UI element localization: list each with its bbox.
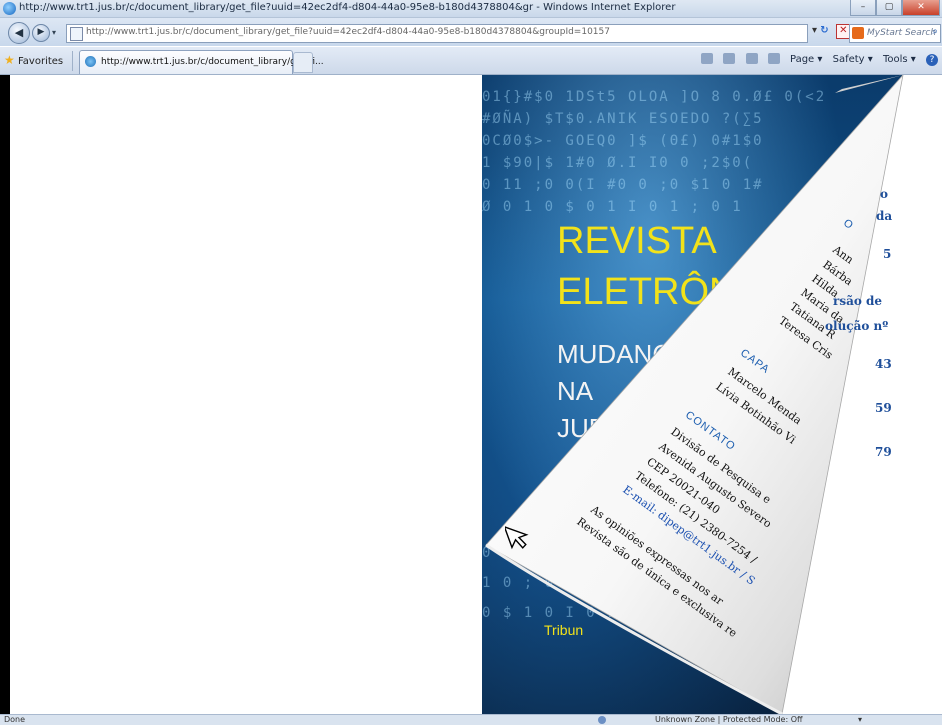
minimize-button[interactable]: – [850,0,876,16]
toc-item-4: rsão de [833,294,883,308]
code-pattern: 1 0 ; 0 1 # 0 $ 1 0 I [482,575,702,591]
favorites-label: Favorites [17,56,64,67]
cover-subtitle-line-2: NA [557,376,594,406]
favorites-button[interactable]: ★ Favorites [4,53,63,67]
maximize-button[interactable]: ▢ [876,0,902,16]
zone-globe-icon [598,716,606,724]
cover-subtitle-line-1: MUDANÇ [557,339,672,369]
search-icon[interactable]: ⌕ [932,26,938,37]
home-icon[interactable] [701,53,714,64]
feeds-icon[interactable] [723,53,736,64]
window-title: http://www.trt1.jus.br/c/document_librar… [19,2,676,13]
address-tools: ▾ ↻ ✕ [812,24,851,39]
command-bar: Page ▾ Safety ▾ Tools ▾ ? [694,53,938,66]
toc-item-7: 59 [875,401,892,415]
mouse-cursor-icon [505,525,529,550]
left-border [0,75,10,714]
page-menu[interactable]: Page ▾ [790,54,822,65]
favorites-bar: ★ Favorites http://www.trt1.jus.br/c/doc… [0,47,942,75]
code-pattern: 01{}#$0 1DSt5 OLOA ]O 8 0.Ø£ 0(<2 [482,89,827,105]
favorites-star-icon: ★ [4,53,15,67]
toc-item-5: olução nº [825,319,889,333]
tab-label: http://www.trt1.jus.br/c/document_librar… [101,57,324,67]
address-url: http://www.trt1.jus.br/c/document_librar… [86,27,610,37]
cover-title-line-2: ELETRÔN [557,271,737,313]
search-placeholder: MyStart Search [867,28,937,38]
back-button[interactable]: ◀ [8,22,30,44]
magazine-cover: 01{}#$0 1DSt5 OLOA ]O 8 0.Ø£ 0(<2 #ØÑA) … [482,75,902,714]
toc-item-1: o [880,187,889,201]
address-toolbar: ◀ ▶ ▾ http://www.trt1.jus.br/c/document_… [0,18,942,46]
print-icon[interactable] [767,53,780,64]
cover-footer: Tribun [544,622,584,638]
tools-menu[interactable]: Tools ▾ [883,54,916,65]
close-button[interactable]: ✕ [902,0,940,16]
help-icon[interactable]: ? [926,53,938,66]
safety-menu[interactable]: Safety ▾ [833,54,873,65]
address-input[interactable]: http://www.trt1.jus.br/c/document_librar… [66,24,808,43]
tab-current[interactable]: http://www.trt1.jus.br/c/document_librar… [79,50,324,74]
mail-icon[interactable] [745,53,758,64]
code-pattern: 0 $ 1 0 I 0 1 ; 0 # [482,605,681,621]
cover-title-line-1: REVISTA [557,220,717,262]
toc-item-8: 79 [875,445,892,459]
code-pattern: 0CØ0$>- GOEQ0 ]$ (Θ£) 0#1$0 [482,133,764,149]
toc-item-3: 5 [883,247,892,261]
new-tab-button[interactable] [293,52,313,73]
recent-pages-dropdown-icon[interactable]: ▾ [52,28,56,37]
window-controls: – ▢ ✕ [850,0,940,16]
cover-subtitle-line-3: JUR [557,413,608,443]
code-pattern: Ø 0 1 0 $ 0 1 I 0 1 ; 0 1 [482,199,743,215]
toc-item-6: 43 [875,357,892,371]
internet-explorer-icon [3,2,16,15]
tab-page-icon [85,56,96,67]
page-icon [70,27,83,41]
search-provider-icon [852,27,864,39]
code-pattern: 0 11 ;0 0(I #0 0 ;0 $1 0 1# [482,177,764,193]
forward-button[interactable]: ▶ [32,24,50,42]
address-dropdown-icon[interactable]: ▾ [812,25,817,36]
refresh-icon[interactable]: ↻ [820,25,828,36]
toc-item-2: da [876,209,893,223]
status-bar: Done Unknown Zone | Protected Mode: Off … [0,714,942,725]
code-pattern: 1 $90|$ 1#0 Ø.I I0 0 ;2$0( [482,155,754,171]
search-input[interactable]: MyStart Search ⌕ [849,24,941,43]
code-pattern: #ØÑA) $T$0.ANIK ESOEDO ?(∑5 [482,111,764,127]
window-title-bar: http://www.trt1.jus.br/c/document_librar… [0,0,942,18]
toolbar-divider [72,51,73,71]
document-viewer: 01{}#$0 1DSt5 OLOA ]O 8 0.Ø£ 0(<2 #ØÑA) … [0,75,942,714]
